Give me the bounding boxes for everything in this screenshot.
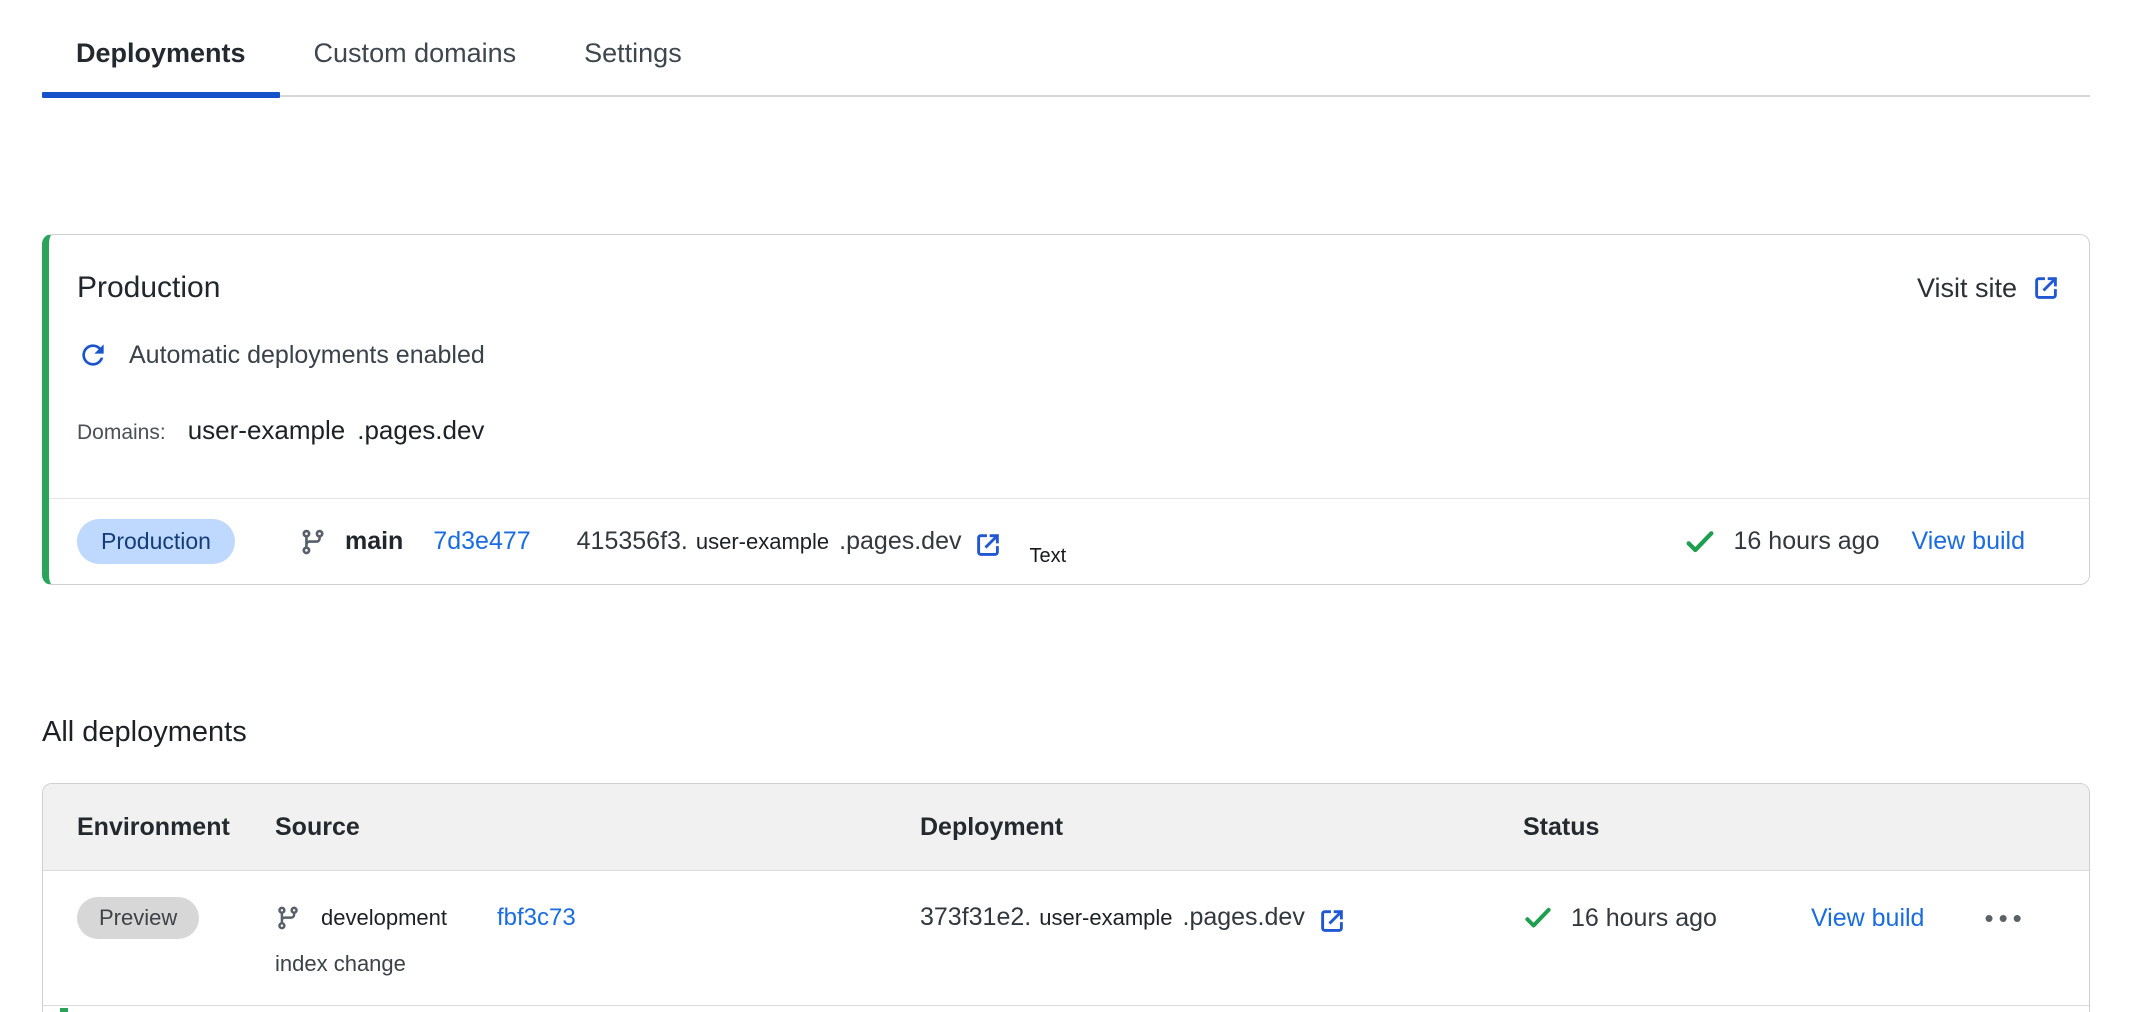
deployments-table: Environment Source Deployment Status Pre… — [42, 783, 2090, 1012]
production-card: Production Visit site Automatic deployme… — [42, 234, 2090, 585]
success-check-icon — [1523, 903, 1553, 933]
tab-deployments-label: Deployments — [76, 38, 246, 68]
overflow-menu-icon[interactable]: ••• — [1984, 903, 2026, 934]
column-header-status: Status — [1523, 813, 2089, 842]
branch-name: development — [321, 905, 447, 931]
external-link-icon — [2031, 273, 2061, 303]
view-build-link[interactable]: View build — [1811, 904, 1925, 933]
visit-site-label: Visit site — [1917, 273, 2017, 304]
tab-custom-domains-label: Custom domains — [314, 38, 517, 68]
domain-suffix: .pages.dev — [357, 415, 484, 446]
refresh-icon — [77, 339, 109, 371]
external-link-icon — [973, 530, 1003, 560]
auto-deployments-text: Automatic deployments enabled — [129, 341, 485, 370]
environment-badge-preview: Preview — [77, 897, 199, 939]
text-annotation: Text — [1029, 545, 1066, 568]
success-check-icon — [1684, 526, 1716, 558]
next-row-production-indicator — [60, 1008, 68, 1012]
source-group: main — [299, 527, 403, 556]
table-header-row: Environment Source Deployment Status — [43, 784, 2089, 871]
domain-name: user-example — [188, 415, 346, 446]
tab-bar: Deployments Custom domains Settings — [42, 22, 2090, 97]
commit-link[interactable]: 7d3e477 — [433, 527, 530, 556]
status-group: 16 hours ago View build — [1684, 526, 2025, 558]
tab-deployments[interactable]: Deployments — [42, 22, 280, 95]
deployment-url-suffix: .pages.dev — [839, 527, 961, 556]
git-branch-icon — [275, 905, 301, 931]
tab-settings[interactable]: Settings — [550, 22, 716, 95]
cell-source: development fbf3c73 index change — [275, 895, 920, 977]
domains-row: Domains: user-example .pages.dev — [49, 371, 2089, 446]
cell-deployment: 373f31e2. user-example .pages.dev — [920, 895, 1523, 977]
column-header-deployment: Deployment — [920, 813, 1523, 842]
column-header-environment: Environment — [77, 813, 275, 842]
production-card-header: Production Visit site — [49, 235, 2089, 305]
commit-message: index change — [275, 951, 920, 977]
deployment-time: 16 hours ago — [1571, 904, 1717, 933]
external-link-icon — [1317, 906, 1347, 936]
deployment-time: 16 hours ago — [1734, 527, 1880, 556]
deployment-url-prefix: 373f31e2. — [920, 903, 1031, 932]
environment-badge-production: Production — [77, 519, 235, 564]
branch-name: main — [345, 527, 403, 556]
git-branch-icon — [299, 528, 327, 556]
deployment-url-suffix: .pages.dev — [1183, 903, 1305, 932]
column-header-source: Source — [275, 813, 920, 842]
visit-site-link[interactable]: Visit site — [1917, 273, 2061, 304]
deployment-url[interactable]: 373f31e2. user-example .pages.dev — [920, 903, 1347, 933]
tab-settings-label: Settings — [584, 38, 682, 68]
production-deployment-row: Production main 7d3e477 415356f3. user-e… — [49, 498, 2089, 584]
production-card-title: Production — [77, 271, 220, 305]
deployment-url-name: user-example — [696, 529, 829, 555]
cell-environment: Preview — [77, 895, 275, 977]
commit-link[interactable]: fbf3c73 — [497, 904, 576, 932]
all-deployments-title: All deployments — [42, 716, 247, 749]
tab-custom-domains[interactable]: Custom domains — [280, 22, 551, 95]
domains-label: Domains: — [77, 421, 166, 445]
deployment-url-prefix: 415356f3. — [577, 527, 688, 556]
pages-deployments-screen: Deployments Custom domains Settings Prod… — [0, 0, 2132, 1012]
cell-status: 16 hours ago View build ••• — [1523, 895, 2089, 977]
deployment-url[interactable]: 415356f3. user-example .pages.dev — [577, 527, 1004, 557]
table-row: Preview development fbf3c73 index change… — [43, 871, 2089, 1006]
auto-deployments-row: Automatic deployments enabled — [49, 305, 2089, 371]
view-build-link[interactable]: View build — [1911, 527, 2025, 556]
deployment-url-name: user-example — [1039, 905, 1172, 931]
